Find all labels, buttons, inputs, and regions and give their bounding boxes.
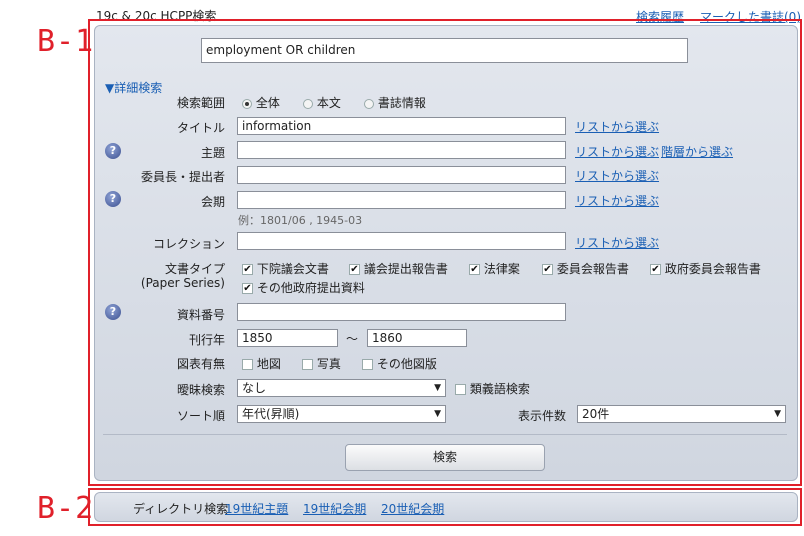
annotation-label-b1: B-1 (37, 24, 95, 59)
annotation-box-b1 (88, 19, 802, 486)
annotation-box-b2 (88, 488, 802, 526)
annotation-label-b2: B-2 (37, 491, 95, 526)
